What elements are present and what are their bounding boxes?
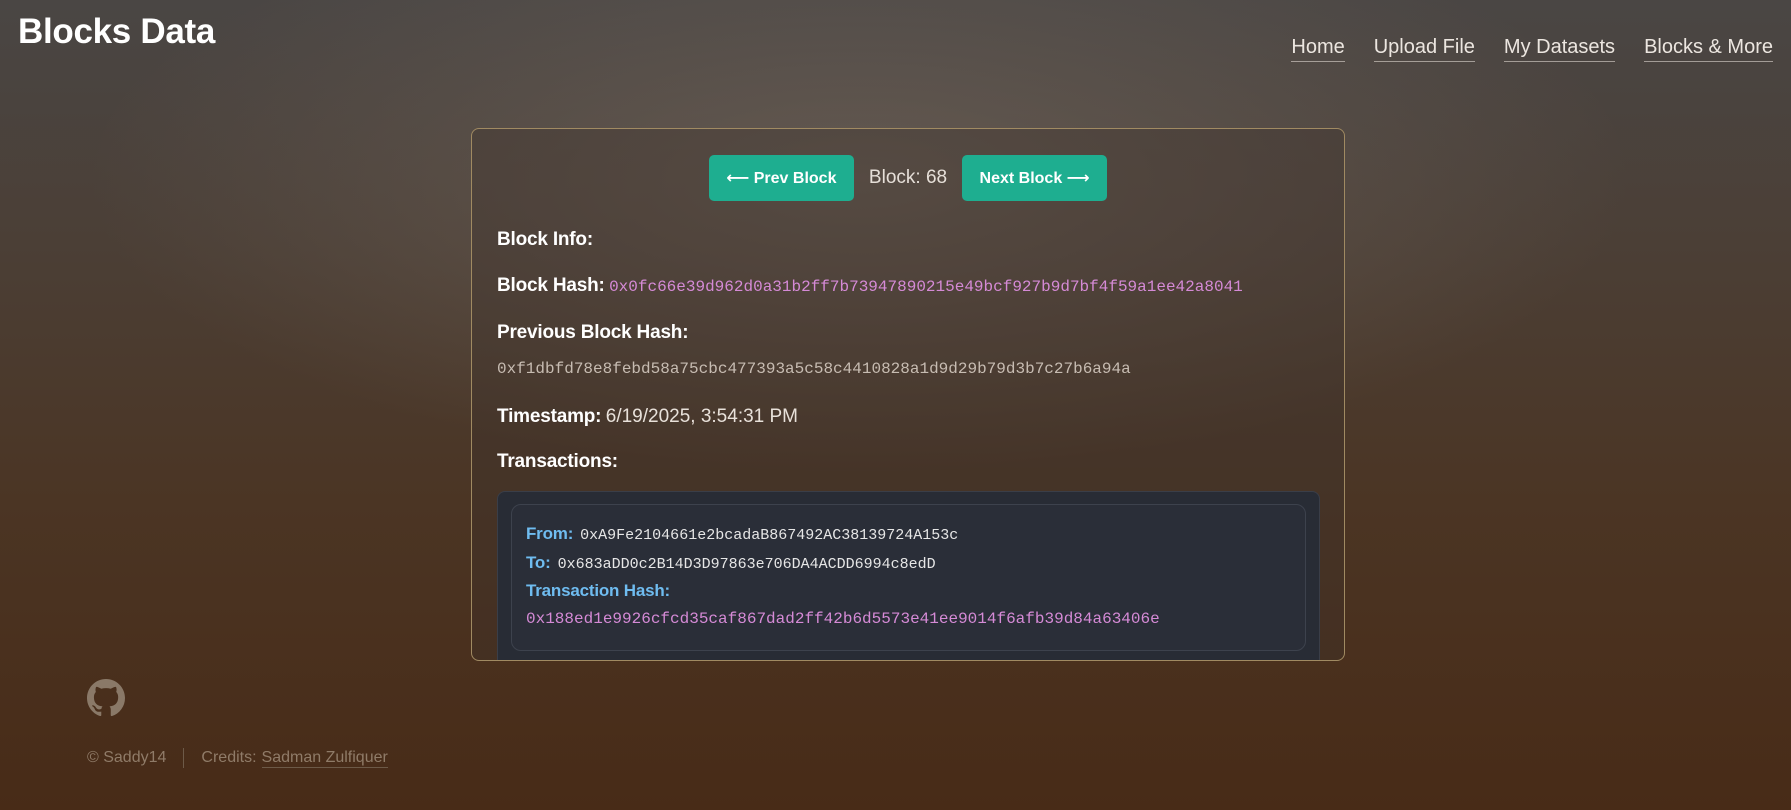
block-number: Block: 68 — [868, 167, 948, 188]
block-hash-value: 0x0fc66e39d962d0a31b2ff7b73947890215e49b… — [609, 278, 1243, 296]
tx-to-row: To: 0x683aDD0c2B14D3D97863e706DA4ACDD6994… — [526, 553, 936, 573]
footer-credits-label: Credits: — [201, 749, 257, 766]
site-title: Blocks Data — [18, 12, 216, 51]
prev-block-button[interactable]: ⟵ Prev Block — [708, 155, 854, 201]
tx-to-label: To: — [526, 553, 551, 572]
tx-from-value: 0xA9Fe2104661e2bcadaB867492AC38139724A15… — [580, 527, 959, 544]
footer-copyright: © Saddy14 — [87, 749, 167, 766]
transaction-card: From: 0xA9Fe2104661e2bcadaB867492AC381397… — [511, 504, 1306, 651]
tx-from-label: From: — [526, 524, 574, 543]
footer-credits-link[interactable]: Sadman Zulfiquer — [261, 749, 388, 768]
tx-hash-value: 0x188ed1e9926cfcd35caf867dad2ff42b6d5573… — [526, 610, 1160, 628]
main-nav: Home Upload File My Datasets Blocks & Mo… — [1291, 36, 1773, 62]
nav-upload-file-link[interactable]: Upload File — [1373, 36, 1475, 62]
nav-my-datasets-link[interactable]: My Datasets — [1503, 36, 1616, 62]
transactions-heading: Transactions: — [497, 451, 618, 472]
previous-block-hash-label: Previous Block Hash: — [497, 322, 689, 343]
tx-from-row: From: 0xA9Fe2104661e2bcadaB867492AC381397… — [526, 524, 958, 544]
block-hash-label: Block Hash: — [497, 275, 605, 296]
block-pager: ⟵ Prev Block Block: 68 Next Block ⟶ — [472, 155, 1344, 201]
block-info-heading: Block Info: — [497, 229, 593, 250]
timestamp-label: Timestamp: — [497, 406, 602, 427]
tx-to-value: 0x683aDD0c2B14D3D97863e706DA4ACDD6994c8e… — [557, 556, 936, 573]
nav-home-link[interactable]: Home — [1291, 36, 1345, 62]
footer-divider — [183, 748, 185, 768]
footer: © Saddy14 Credits: Sadman Zulfiquer — [87, 748, 388, 768]
timestamp-row: Timestamp: 6/19/2025, 3:54:31 PM — [497, 406, 798, 428]
previous-block-hash-value: 0xf1dbfd78e8febd58a75cbc477393a5c58c4410… — [497, 360, 1131, 378]
next-block-button[interactable]: Next Block ⟶ — [962, 155, 1108, 201]
tx-hash-label: Transaction Hash: — [526, 581, 670, 600]
block-card: ⟵ Prev Block Block: 68 Next Block ⟶ Bloc… — [471, 128, 1345, 661]
nav-blocks-more-link[interactable]: Blocks & More — [1644, 36, 1773, 62]
transactions-list[interactable]: From: 0xA9Fe2104661e2bcadaB867492AC381397… — [497, 491, 1320, 660]
github-icon[interactable] — [87, 679, 125, 717]
block-hash-row: Block Hash: 0x0fc66e39d962d0a31b2ff7b739… — [497, 275, 1243, 297]
timestamp-value: 6/19/2025, 3:54:31 PM — [605, 406, 799, 427]
